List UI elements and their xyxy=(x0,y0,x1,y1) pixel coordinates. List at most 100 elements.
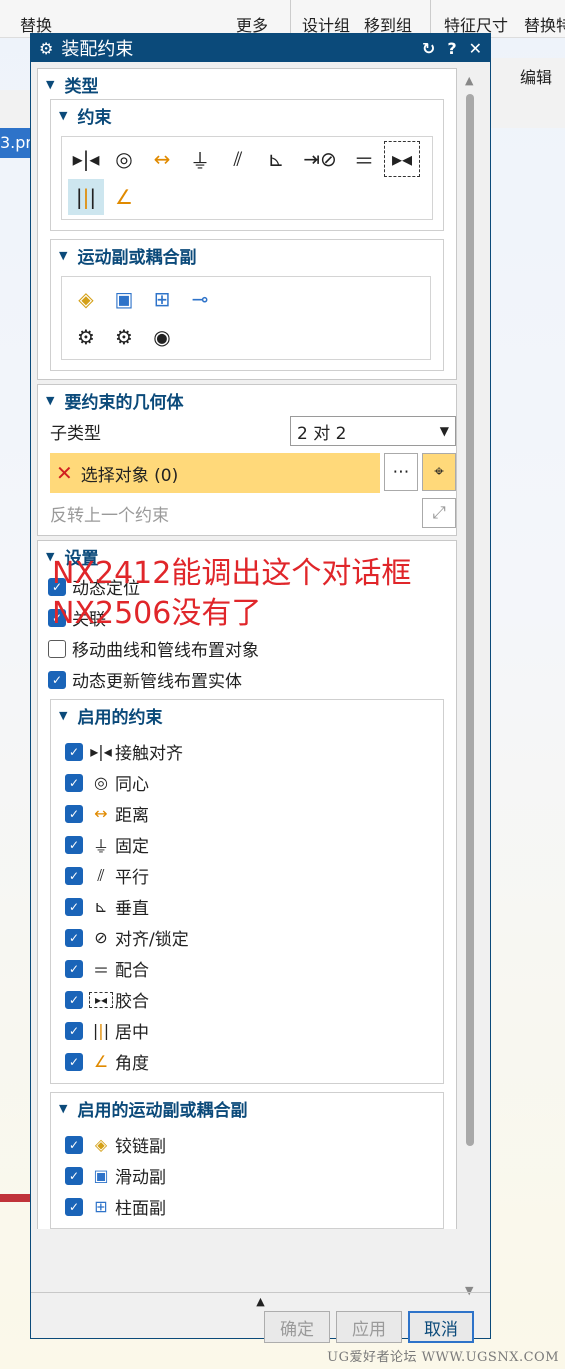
slider-joint-icon[interactable]: ▣ xyxy=(106,281,142,317)
checkbox-checked[interactable]: ✓ xyxy=(65,1166,83,1185)
checkbox-checked[interactable]: ✓ xyxy=(65,1021,83,1040)
geometry-section-header[interactable]: ▼ 要约束的几何体 xyxy=(38,385,456,415)
reverse-row: 反转上一个约束 ⤢ xyxy=(38,497,456,529)
apply-button[interactable]: 应用 xyxy=(336,1311,402,1343)
list-item[interactable]: ✓ ⊞ 柱面副 xyxy=(63,1191,443,1222)
point-dialog-button[interactable]: ⋯ xyxy=(384,453,418,491)
replace-feature-button[interactable]: 替换特 xyxy=(524,12,565,36)
list-item[interactable]: ✓ ▸◂ 胶合 xyxy=(63,984,443,1015)
chevron-down-icon: ▼ xyxy=(439,424,449,438)
ball-joint-icon[interactable]: ⊸ xyxy=(182,281,218,317)
subtype-label: 子类型 xyxy=(50,423,101,444)
type-section-header[interactable]: ▼ 类型 xyxy=(38,69,456,99)
file-tab[interactable]: 3.pr xyxy=(0,128,34,158)
list-item[interactable]: ✓ ＝ 配合 xyxy=(63,953,443,984)
dialog-title: 装配约束 xyxy=(61,39,134,60)
checkbox-checked[interactable]: ✓ xyxy=(65,1052,83,1071)
checkbox-checked[interactable]: ✓ xyxy=(65,866,83,885)
collapse-up-icon[interactable]: ▲ xyxy=(31,1295,490,1308)
hinge-joint-icon: ◈ xyxy=(94,1135,108,1154)
gear-coupler-icon[interactable]: ⚙ xyxy=(68,319,104,355)
list-item[interactable]: ✓ ∠ 角度 xyxy=(63,1046,443,1077)
crosshair-icon: ⌖ xyxy=(434,462,444,482)
list-item[interactable]: ✓ ◎ 同心 xyxy=(63,767,443,798)
reverse-label: 反转上一个约束 xyxy=(50,505,169,526)
checkbox-checked[interactable]: ✓ xyxy=(65,773,83,792)
checkbox-checked[interactable]: ✓ xyxy=(65,1135,83,1154)
center-icon[interactable]: | | | xyxy=(68,179,104,215)
constraint-label: 居中 xyxy=(115,1023,149,1043)
geometry-section-title: 要约束的几何体 xyxy=(64,392,184,413)
checkbox-unchecked[interactable] xyxy=(48,639,66,658)
vertical-scrollbar[interactable]: ▲ ▼ xyxy=(463,74,479,1297)
reset-icon[interactable]: ↻ xyxy=(422,39,435,58)
list-item[interactable]: ✓ ⫽ 平行 xyxy=(63,860,443,891)
checkbox-checked[interactable]: ✓ xyxy=(65,742,83,761)
constraint-section-header[interactable]: ▼ 约束 xyxy=(51,100,443,130)
bond-icon[interactable]: ▸◂ xyxy=(384,141,420,177)
gear-icon: ⚙ xyxy=(39,38,54,58)
perpendicular-icon[interactable]: ⊾ xyxy=(258,141,294,177)
enabled-motion-header[interactable]: ▼ 启用的运动副或耦合副 xyxy=(51,1093,443,1123)
scroll-up-icon[interactable]: ▲ xyxy=(465,74,473,87)
list-item[interactable]: ✓ ⊾ 垂直 xyxy=(63,891,443,922)
list-item[interactable]: ✓ | | | 居中 xyxy=(63,1015,443,1046)
align-lock-icon[interactable]: ⇥⊘ xyxy=(296,141,344,177)
annotation-line-2: NX2506没有了 xyxy=(52,596,262,631)
fix-icon[interactable]: ⏚ xyxy=(182,141,218,177)
reverse-button[interactable]: ⤢ xyxy=(422,498,456,528)
motion-section-header[interactable]: ▼ 运动副或耦合副 xyxy=(51,240,443,270)
list-item[interactable]: ✓ ▣ 滑动副 xyxy=(63,1160,443,1191)
fit-icon[interactable]: ＝ xyxy=(346,141,382,177)
parallel-icon[interactable]: ⫽ xyxy=(220,141,256,177)
scrollbar-thumb[interactable] xyxy=(466,94,474,1146)
distance-icon[interactable]: ↔ xyxy=(144,141,180,177)
enabled-constraints-subpanel: ▼ 启用的约束 ✓ ▸|◂ 接触对齐 ✓ ◎ 同心 ✓ ↔ 距离 ✓ ⏚ 固定 ✓ ⫽ 平行 ✓ ⊾ 垂… xyxy=(50,699,444,1084)
subtype-select[interactable]: 2 对 2 ▼ xyxy=(290,416,456,446)
dialog-content: ▼ 类型 ▼ 约束 ▸|◂ ◎ ↔ ⏚ ⫽ ⊾ ⇥⊘ ＝ ▸◂ | | | ∠ … xyxy=(37,68,457,1298)
checkbox-checked[interactable]: ✓ xyxy=(65,990,83,1009)
fit-icon: ＝ xyxy=(92,960,109,980)
concentric-icon[interactable]: ◎ xyxy=(106,141,142,177)
cancel-button[interactable]: 取消 xyxy=(408,1311,474,1343)
touch-align-icon[interactable]: ▸|◂ xyxy=(68,141,104,177)
touch-align-icon: ▸|◂ xyxy=(90,742,112,761)
row-break xyxy=(220,281,420,317)
enabled-constraints-header[interactable]: ▼ 启用的约束 xyxy=(51,700,443,730)
constraint-label: 平行 xyxy=(115,868,149,888)
ok-button[interactable]: 确定 xyxy=(264,1311,330,1343)
checkbox-checked[interactable]: ✓ xyxy=(65,804,83,823)
slider-joint-icon: ▣ xyxy=(93,1166,109,1185)
hinge-joint-icon[interactable]: ◈ xyxy=(68,281,104,317)
list-item[interactable]: ✓ ◈ 铰链副 xyxy=(63,1129,443,1160)
setting-move-curves[interactable]: 移动曲线和管线布置对象 xyxy=(46,633,456,664)
subtype-value: 2 对 2 xyxy=(297,423,347,444)
checkbox-checked[interactable]: ✓ xyxy=(65,959,83,978)
list-item[interactable]: ✓ ⊘ 对齐/锁定 xyxy=(63,922,443,953)
checkbox-checked[interactable]: ✓ xyxy=(65,835,83,854)
list-item[interactable]: ✓ ↔ 距离 xyxy=(63,798,443,829)
constraint-section-title: 约束 xyxy=(77,107,112,128)
list-item[interactable]: ✓ ▸|◂ 接触对齐 xyxy=(63,736,443,767)
list-item[interactable]: ✓ ⏚ 固定 xyxy=(63,829,443,860)
help-icon[interactable]: ? xyxy=(447,39,456,58)
dialog-title-bar[interactable]: ⚙ 装配约束 ↻ ? ✕ xyxy=(31,34,490,62)
subtype-row: 子类型 2 对 2 ▼ xyxy=(38,415,456,447)
checkbox-checked[interactable]: ✓ xyxy=(48,670,66,689)
constraint-label: 垂直 xyxy=(115,899,149,919)
close-icon[interactable]: ✕ xyxy=(469,39,482,58)
select-object-field[interactable]: ✕ 选择对象 (0) xyxy=(50,453,380,493)
crosshair-button[interactable]: ⌖ xyxy=(422,453,456,491)
checkbox-checked[interactable]: ✓ xyxy=(65,928,83,947)
checkbox-checked[interactable]: ✓ xyxy=(65,897,83,916)
collapse-caret-icon: ▼ xyxy=(59,248,68,262)
angle-icon[interactable]: ∠ xyxy=(106,179,142,215)
cylindrical-joint-icon[interactable]: ⊞ xyxy=(144,281,180,317)
cable-coupler-icon[interactable]: ◉ xyxy=(144,319,180,355)
checkbox-checked[interactable]: ✓ xyxy=(65,1197,83,1216)
model-edge xyxy=(0,1194,34,1202)
rack-pinion-icon[interactable]: ⚙ xyxy=(106,319,142,355)
select-object-label: 选择对象 (0) xyxy=(80,465,179,486)
constraint-subpanel: ▼ 约束 ▸|◂ ◎ ↔ ⏚ ⫽ ⊾ ⇥⊘ ＝ ▸◂ | | | ∠ xyxy=(50,99,444,231)
setting-dynamic-update[interactable]: ✓ 动态更新管线布置实体 xyxy=(46,664,456,695)
